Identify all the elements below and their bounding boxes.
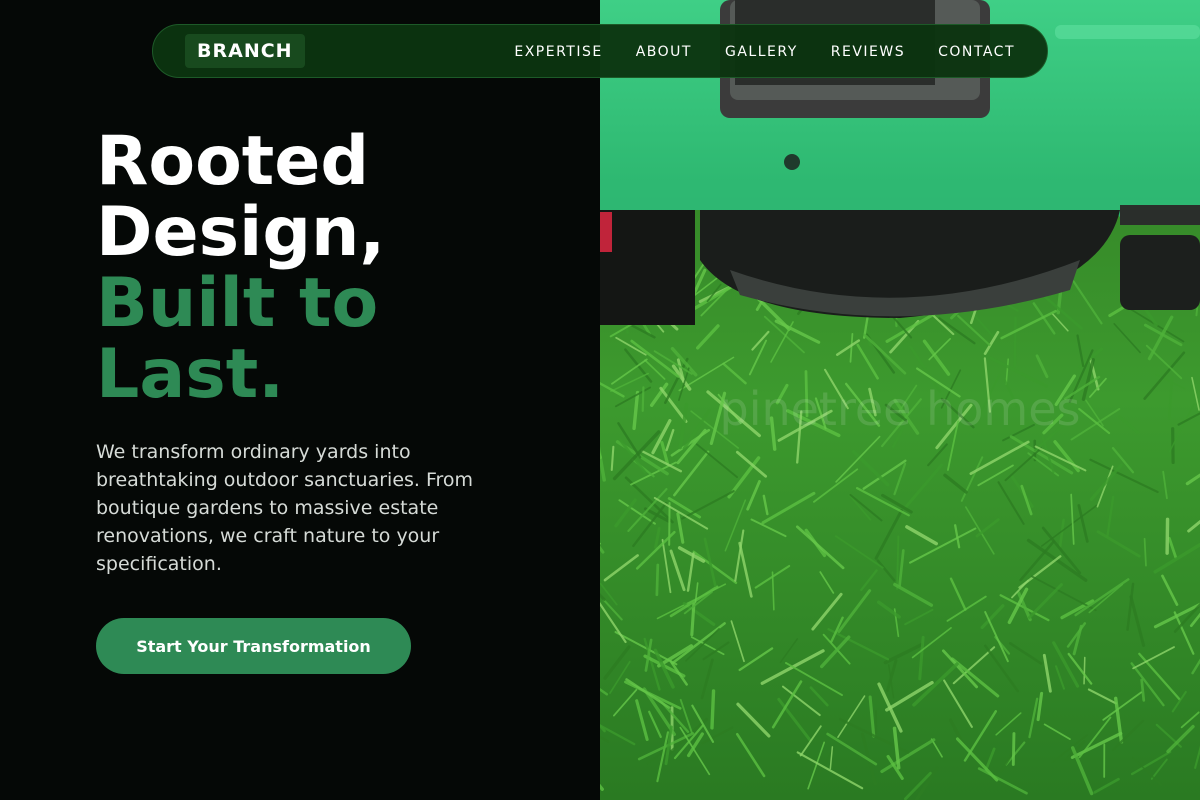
- brand-logo[interactable]: BRANCH: [185, 34, 305, 68]
- hero-image: pinetree homes: [600, 0, 1200, 800]
- headline-line-4: Last.: [96, 335, 285, 414]
- nav-link-about[interactable]: ABOUT: [636, 44, 692, 60]
- nav-link-contact[interactable]: CONTACT: [938, 44, 1015, 60]
- start-transformation-button[interactable]: Start Your Transformation: [96, 618, 411, 674]
- headline-line-2: Design,: [96, 193, 386, 272]
- nav-link-gallery[interactable]: GALLERY: [725, 44, 798, 60]
- headline-line-1: Rooted: [96, 122, 370, 201]
- lawn-mower-image: pinetree homes: [600, 0, 1200, 800]
- headline-line-3: Built to: [96, 264, 379, 343]
- hero-headline: Rooted Design, Built to Last.: [96, 126, 385, 410]
- hero-description: We transform ordinary yards into breatht…: [96, 441, 474, 575]
- nav-link-expertise[interactable]: EXPERTISE: [514, 44, 602, 60]
- nav-links: EXPERTISE ABOUT GALLERY REVIEWS CONTACT: [514, 25, 1015, 79]
- watermark-text: pinetree homes: [720, 382, 1081, 436]
- top-navbar: BRANCH EXPERTISE ABOUT GALLERY REVIEWS C…: [152, 24, 1048, 78]
- nav-link-reviews[interactable]: REVIEWS: [831, 44, 905, 60]
